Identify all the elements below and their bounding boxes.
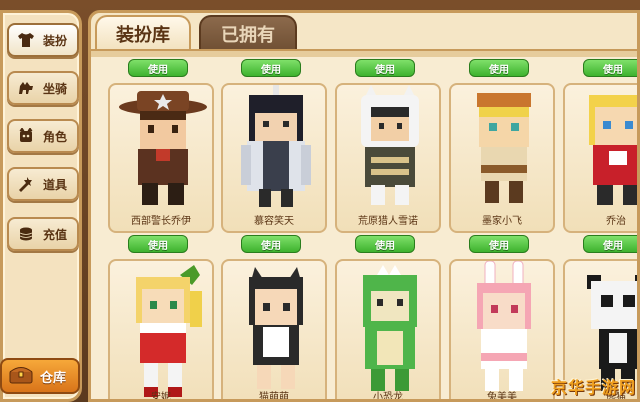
character-dinosaur-image: [363, 265, 417, 391]
outfit-name: 猫萌萌: [259, 392, 289, 402]
warehouse-button[interactable]: 仓库: [0, 358, 80, 394]
tab-label: 装扮库: [116, 25, 170, 46]
outfit-name: 荒原猎人雪诺: [358, 216, 418, 227]
character-annie-image: [136, 265, 202, 397]
sidebar-item-outfit[interactable]: 装扮: [7, 23, 79, 57]
outfit-name: 慕容笑天: [254, 216, 294, 227]
item-grid[interactable]: 使用 使用 使用 使用 使用 西部警长乔伊 慕容笑天 荒原猎人雪诺 墨家小飞 乔…: [91, 57, 637, 402]
outfit-card[interactable]: 小恐龙: [335, 259, 441, 402]
sidebar-item-label: 道具: [43, 177, 68, 192]
outfit-name: 安妮: [151, 392, 171, 402]
character-george-image: [589, 95, 637, 205]
outfit-card[interactable]: 兔美美: [449, 259, 555, 402]
use-button[interactable]: 使用: [241, 59, 301, 77]
sidebar-item-label: 装扮: [43, 33, 68, 48]
props-icon: [17, 175, 35, 193]
character-icon: [17, 127, 35, 145]
sidebar-item-recharge[interactable]: 充值: [7, 217, 79, 251]
outfit-card[interactable]: 慕容笑天: [221, 83, 327, 233]
mount-icon: [17, 79, 35, 97]
use-button[interactable]: 使用: [469, 59, 529, 77]
character-sheriff-image: [119, 91, 207, 205]
outfit-name: 兔美美: [487, 392, 517, 402]
outfit-name: 乔治: [606, 216, 626, 227]
use-button[interactable]: 使用: [241, 235, 301, 253]
outfit-name: 西部警长乔伊: [131, 216, 191, 227]
outfit-card[interactable]: 乔治: [563, 83, 637, 233]
sidebar-item-label: 坐骑: [43, 81, 68, 96]
warehouse-label: 仓库: [40, 370, 67, 386]
tab-wardrobe[interactable]: 装扮库: [95, 15, 191, 51]
use-button[interactable]: 使用: [583, 235, 637, 253]
shirt-icon: [17, 31, 35, 49]
tab-owned[interactable]: 已拥有: [199, 15, 297, 51]
character-catgirl-image: [249, 267, 303, 389]
outfit-name: 墨家小飞: [482, 216, 522, 227]
treasure-chest-icon: [8, 363, 34, 389]
character-swordsman-image: [241, 85, 311, 207]
sidebar: 装扮 坐骑 角色 道具 充值: [0, 10, 82, 402]
character-hunter-image: [361, 85, 419, 205]
use-button[interactable]: 使用: [355, 235, 415, 253]
coins-icon: [17, 225, 35, 243]
outfit-card[interactable]: 安妮: [108, 259, 214, 402]
use-button[interactable]: 使用: [469, 235, 529, 253]
sidebar-item-label: 角色: [43, 129, 68, 144]
tab-divider: [91, 49, 637, 57]
wardrobe-panel: 装扮库 已拥有 使用 使用 使用 使用 使用 西部警长乔伊 慕容笑天 荒原猎人雪…: [88, 10, 640, 402]
use-button[interactable]: 使用: [128, 235, 188, 253]
character-bunny-image: [477, 261, 531, 391]
sidebar-item-props[interactable]: 道具: [7, 167, 79, 201]
outfit-card[interactable]: 墨家小飞: [449, 83, 555, 233]
site-watermark: 京华手游网: [550, 378, 636, 397]
use-button[interactable]: 使用: [355, 59, 415, 77]
use-button[interactable]: 使用: [583, 59, 637, 77]
use-button[interactable]: 使用: [128, 59, 188, 77]
outfit-card[interactable]: 西部警长乔伊: [108, 83, 214, 233]
outfit-name: 小恐龙: [373, 392, 403, 402]
outfit-card[interactable]: 荒原猎人雪诺: [335, 83, 441, 233]
tab-label: 已拥有: [221, 25, 275, 46]
sidebar-item-mount[interactable]: 坐骑: [7, 71, 79, 105]
sidebar-item-label: 充值: [43, 227, 68, 242]
outfit-card[interactable]: 猫萌萌: [221, 259, 327, 402]
sidebar-item-character[interactable]: 角色: [7, 119, 79, 153]
character-mohist-image: [477, 93, 531, 203]
